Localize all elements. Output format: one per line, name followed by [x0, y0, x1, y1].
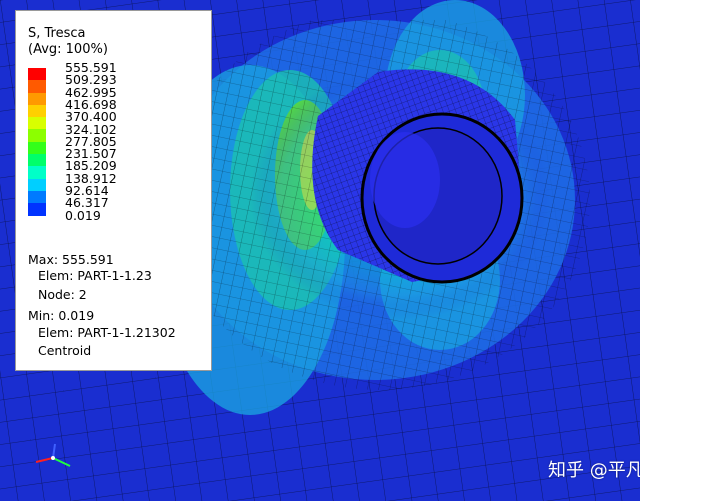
- legend-band-9: [28, 178, 46, 191]
- legend-band-2: [28, 92, 46, 105]
- legend-band-7: [28, 154, 46, 167]
- legend-tick-12: 0.019: [65, 207, 101, 223]
- nozzle-tube: [312, 69, 524, 284]
- legend-band-5: [28, 129, 46, 142]
- min-element: Elem: PART-1-1.21302: [38, 325, 176, 340]
- min-location: Centroid: [38, 343, 92, 358]
- max-element: Elem: PART-1-1.23: [38, 268, 152, 283]
- axis-triad-icon: [35, 443, 71, 467]
- legend-title: S, Tresca: [28, 26, 86, 41]
- legend-band-10: [28, 190, 46, 204]
- legend-band-1: [28, 80, 46, 93]
- legend-averaging: (Avg: 100%): [28, 42, 108, 57]
- legend-band-4: [28, 117, 46, 130]
- max-node: Node: 2: [38, 287, 87, 302]
- min-value: Min: 0.019: [28, 308, 95, 323]
- legend-band-3: [28, 104, 46, 118]
- watermark-text: 知乎 @平凡的人: [548, 460, 640, 481]
- max-value: Max: 555.591: [28, 252, 114, 267]
- legend-band-11: [28, 203, 46, 216]
- legend-band-6: [28, 141, 46, 155]
- stress-legend: S, Tresca (Avg: 100%) 555.591 509.293 462.…: [15, 10, 212, 371]
- legend-band-8: [28, 166, 46, 179]
- legend-band-0: [28, 68, 46, 81]
- legend-color-bar: [28, 68, 46, 216]
